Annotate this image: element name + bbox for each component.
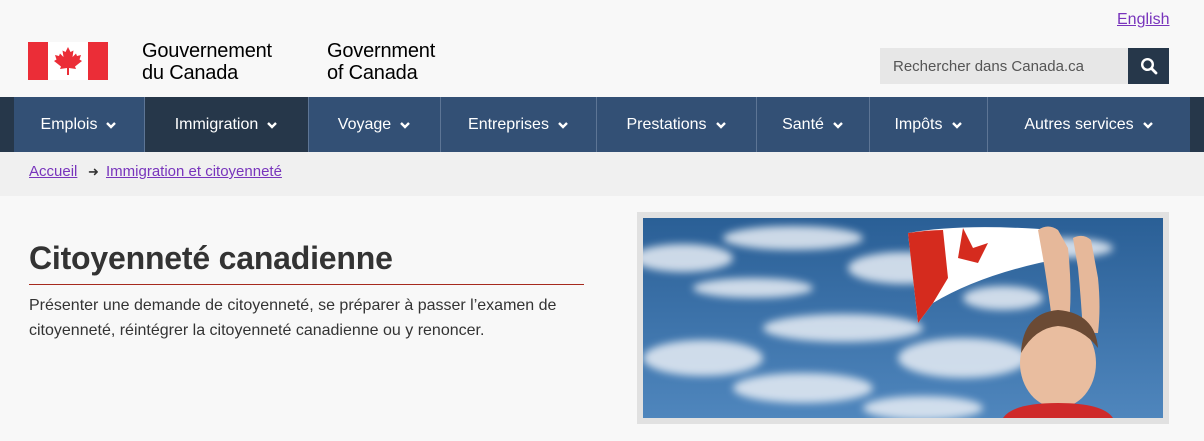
menu-item-entreprises[interactable]: Entreprises	[441, 97, 597, 152]
chevron-down-icon	[1142, 121, 1153, 129]
menu-item-label: Autres services	[1024, 115, 1134, 133]
chevron-down-icon	[400, 121, 411, 129]
signature-french: Gouvernement du Canada	[142, 40, 272, 84]
signature-english: Government of Canada	[327, 40, 436, 84]
page-description: Présenter une demande de citoyenneté, se…	[29, 297, 557, 339]
menu-item-autres-services[interactable]: Autres services	[988, 97, 1190, 152]
menu-item-label: Voyage	[337, 115, 392, 133]
main-menu: Emplois Immigration Voyage Entreprises P…	[0, 97, 1204, 152]
menu-item-label: Emplois	[40, 115, 98, 133]
menu-item-sante[interactable]: Santé	[757, 97, 870, 152]
chevron-down-icon	[951, 121, 962, 129]
language-toggle-link[interactable]: English	[1117, 11, 1169, 29]
menu-item-prestations[interactable]: Prestations	[597, 97, 757, 152]
breadcrumb: Accueil ➜ Immigration et citoyenneté	[0, 152, 1204, 196]
title-underline	[29, 284, 584, 285]
chevron-down-icon	[715, 121, 726, 129]
chevron-down-icon	[106, 121, 117, 129]
chevron-down-icon	[558, 121, 568, 129]
hero-image-frame	[637, 212, 1169, 424]
search-button[interactable]	[1128, 48, 1169, 84]
menu-item-label: Impôts	[894, 115, 943, 133]
menu-item-label: Prestations	[626, 115, 707, 133]
chevron-down-icon	[267, 121, 278, 129]
canada-flag-icon	[28, 42, 108, 80]
chevron-down-icon	[833, 121, 843, 129]
search-icon	[1140, 57, 1157, 75]
arrow-right-icon: ➜	[88, 164, 99, 179]
menu-item-voyage[interactable]: Voyage	[309, 97, 441, 152]
menu-item-emplois[interactable]: Emplois	[14, 97, 145, 152]
menu-item-label: Entreprises	[468, 115, 549, 133]
breadcrumb-link-accueil[interactable]: Accueil	[29, 163, 77, 180]
search-input[interactable]	[880, 48, 1128, 84]
menu-item-label: Santé	[782, 115, 824, 133]
menu-item-impots[interactable]: Impôts	[870, 97, 988, 152]
page-title: Citoyenneté canadienne	[29, 240, 393, 276]
hero-image	[643, 218, 1163, 418]
breadcrumb-link-immigration[interactable]: Immigration et citoyenneté	[106, 163, 282, 180]
menu-item-label: Immigration	[174, 115, 259, 133]
menu-item-immigration[interactable]: Immigration	[145, 97, 309, 152]
